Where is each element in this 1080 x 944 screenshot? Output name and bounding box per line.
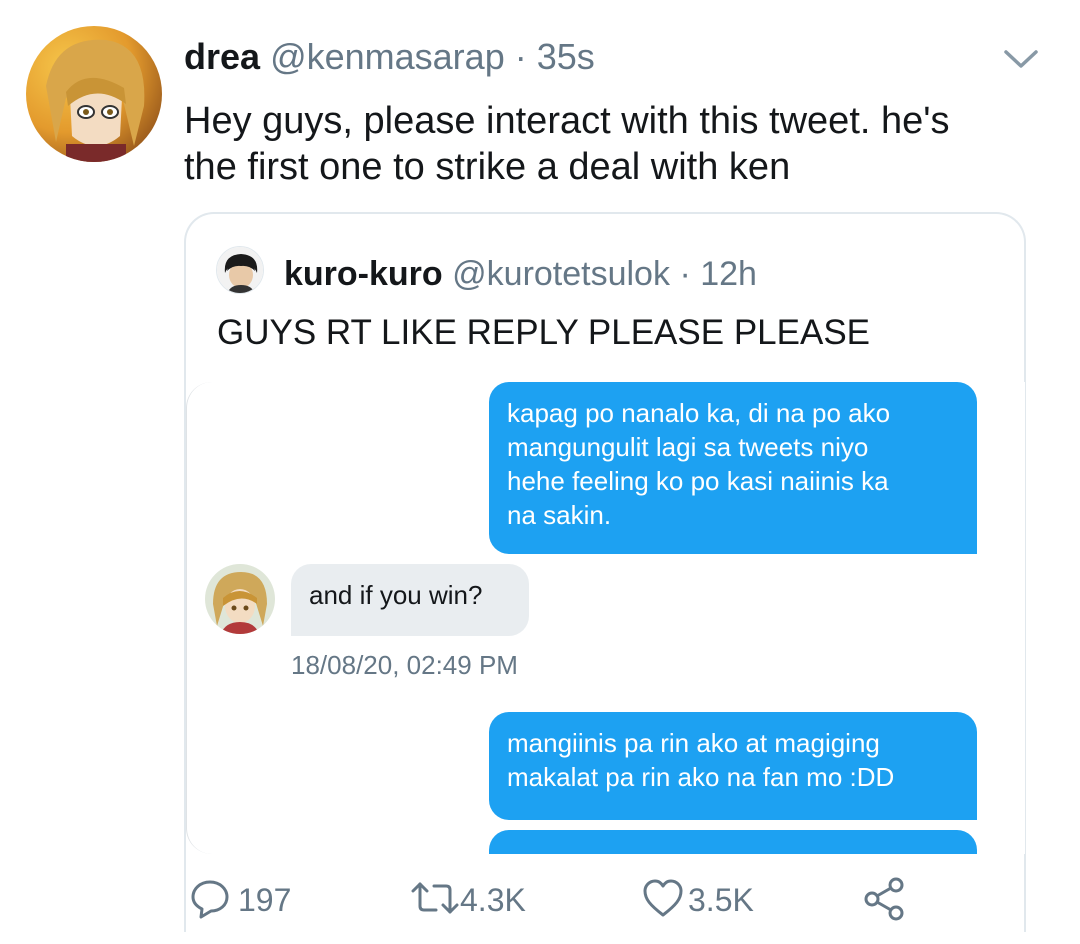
dm-message-outgoing: mangiinis pa rin ako at magiging makalat… [489,712,977,820]
retweet-icon [410,876,460,925]
dm-message-incoming: and if you win? [291,564,529,636]
quoted-time[interactable]: 12h [700,255,757,293]
like-button[interactable]: 3.5K [640,872,754,928]
separator: · [679,255,691,293]
quoted-display-name[interactable]: kuro-kuro [284,255,443,293]
share-icon [860,875,908,926]
tweet-header: drea @kenmasarap · 35s [184,36,595,78]
tweet-text-line: the first one to strike a deal with ken [184,146,791,188]
author-handle[interactable]: @kenmasarap [270,36,505,77]
dm-message-line: hehe feeling ko po kasi naiinis ka [507,466,889,496]
quoted-tweet-header: kuro-kuro @kurotetsulok · 12h [284,254,757,294]
tweet-time[interactable]: 35s [537,36,595,77]
author-avatar[interactable] [26,26,162,162]
quoted-author-avatar[interactable] [216,246,264,294]
dm-message-outgoing: kapag po nanalo ka, di na po ako mangung… [489,382,977,554]
separator: · [514,36,527,77]
reply-icon [188,876,232,925]
tweet-action-bar: 197 4.3K 3.5K [0,872,1080,932]
reply-count: 197 [238,881,292,918]
tweet-screen: drea @kenmasarap · 35s Hey guys, please … [0,0,1080,944]
quoted-media-image[interactable]: kapag po nanalo ka, di na po ako mangung… [186,382,1025,854]
quoted-tweet-text: GUYS RT LIKE REPLY PLEASE PLEASE [217,313,871,352]
dm-message-line: na sakin. [507,500,612,530]
reply-button[interactable]: 197 [188,872,291,928]
share-button[interactable] [860,872,908,928]
dm-message-line: makalat pa rin ako na fan mo :DD [507,762,895,792]
dm-contact-avatar [205,564,275,634]
like-icon [640,876,686,925]
dm-message-line: kapag po nanalo ka, di na po ako [507,398,891,428]
author-display-name[interactable]: drea [184,36,260,77]
dm-message-line: mangungulit lagi sa tweets niyo [507,432,869,462]
retweet-count: 4.3K [460,881,526,918]
like-count: 3.5K [688,881,754,918]
dm-timestamp: 18/08/20, 02:49 PM [291,650,518,680]
chevron-down-icon[interactable] [1000,44,1042,74]
tweet-text-line: Hey guys, please interact with this twee… [184,100,950,142]
quoted-handle[interactable]: @kurotetsulok [452,255,670,293]
tweet-text: Hey guys, please interact with this twee… [184,98,1044,190]
retweet-button[interactable]: 4.3K [410,872,526,928]
dm-message-outgoing-partial [489,830,977,854]
dm-message-line: mangiinis pa rin ako at magiging [507,728,880,758]
